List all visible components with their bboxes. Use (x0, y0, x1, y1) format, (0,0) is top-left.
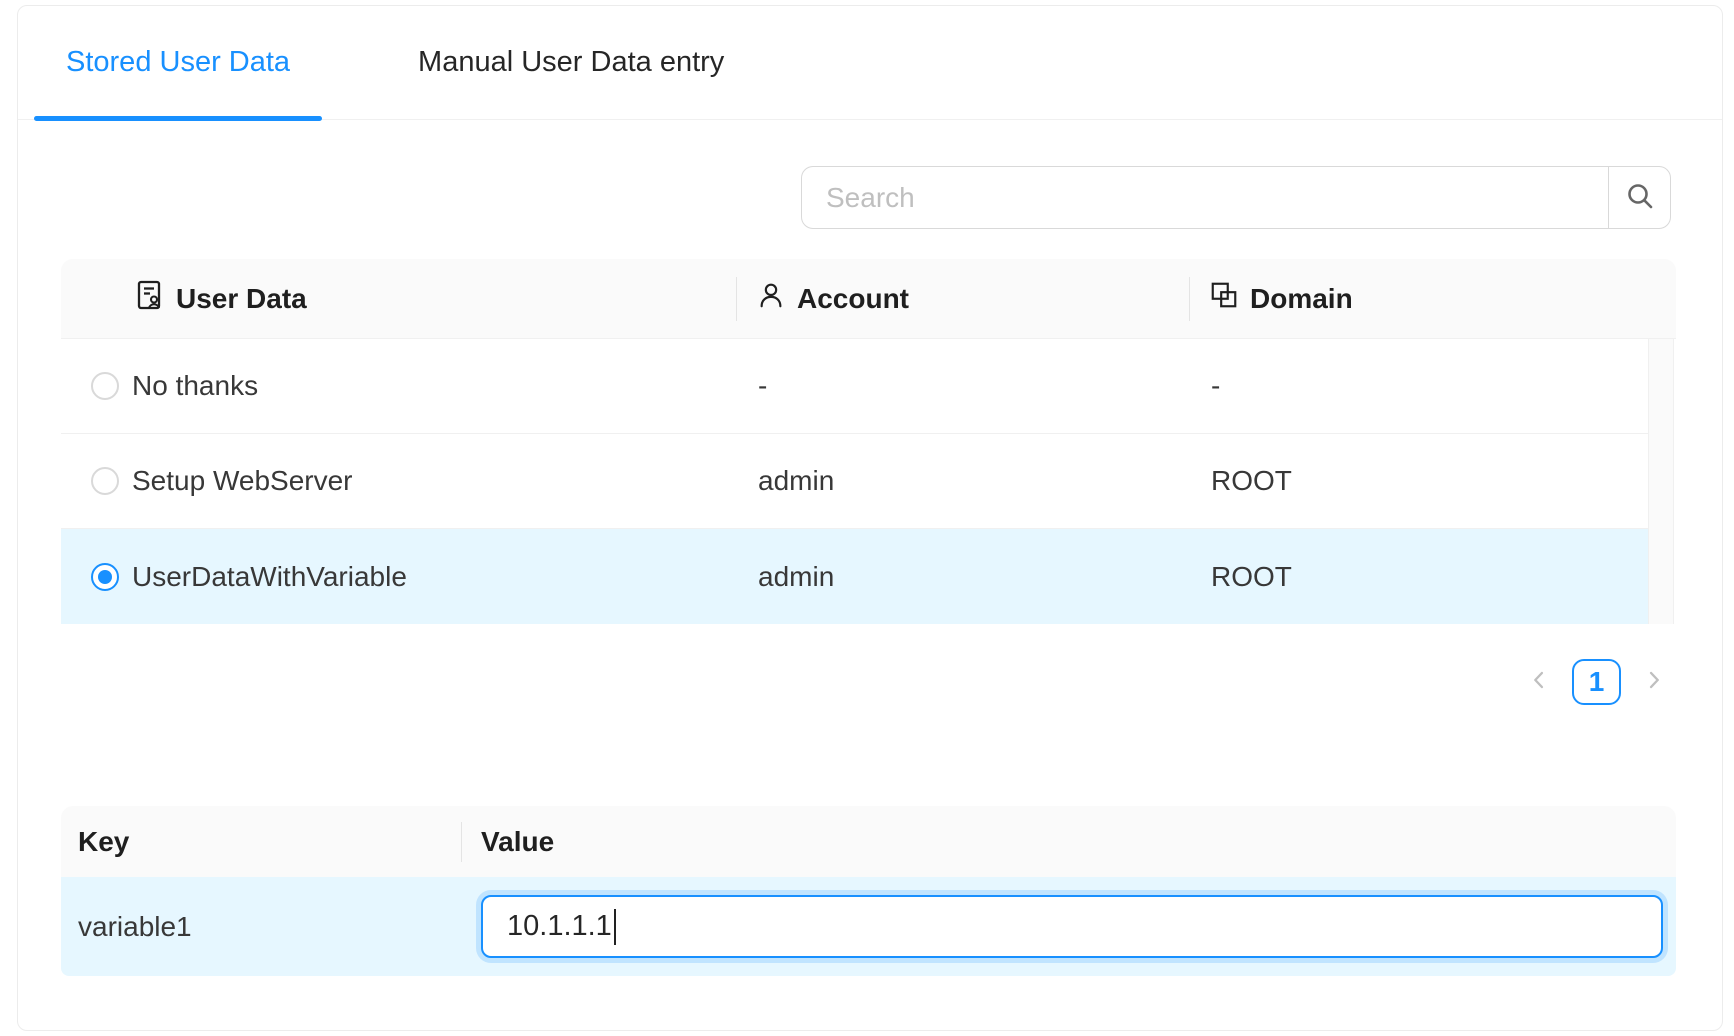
text-cursor (614, 909, 616, 945)
radio-no-thanks[interactable] (91, 372, 119, 400)
search-button[interactable] (1608, 166, 1671, 229)
table-body: No thanks - - Setup WebServer admin ROOT… (61, 339, 1676, 624)
tab-stored-user-data[interactable]: Stored User Data (34, 6, 322, 119)
tab-label: Manual User Data entry (418, 46, 724, 79)
user-data-dialog: Stored User Data Manual User Data entry (17, 5, 1723, 1031)
column-header-domain: Domain (1189, 259, 1676, 338)
cell-account: admin (736, 465, 1189, 497)
current-page[interactable]: 1 (1572, 659, 1621, 705)
column-label: User Data (176, 283, 307, 315)
table-row-setup-webserver[interactable]: Setup WebServer admin ROOT (61, 434, 1649, 529)
search-icon (1624, 180, 1656, 215)
cell-domain: - (1189, 370, 1649, 402)
column-header-value: Value (461, 806, 1676, 877)
radio-userdatawithvariable[interactable] (91, 563, 119, 591)
key-value-table: Key Value variable1 10.1.1.1 (61, 806, 1676, 976)
column-header-user-data: User Data (61, 259, 736, 338)
user-data-table: User Data Account Domain (61, 259, 1676, 624)
column-label: Account (797, 283, 909, 315)
value-input-text: 10.1.1.1 (507, 910, 612, 943)
kv-key-label: variable1 (61, 911, 461, 943)
column-header-key: Key (61, 806, 461, 877)
user-icon (756, 280, 786, 317)
tab-bar: Stored User Data Manual User Data entry (18, 6, 1722, 120)
cell-account: - (736, 370, 1189, 402)
cell-domain: ROOT (1189, 465, 1649, 497)
solution-document-icon (133, 279, 165, 318)
kv-table-header: Key Value (61, 806, 1676, 877)
cell-user-data: Setup WebServer (132, 465, 353, 497)
column-header-account: Account (736, 259, 1189, 338)
cell-user-data: No thanks (132, 370, 258, 402)
cell-user-data: UserDataWithVariable (132, 561, 407, 593)
tab-label: Stored User Data (66, 46, 290, 79)
table-row-userdatawithvariable[interactable]: UserDataWithVariable admin ROOT (61, 529, 1649, 624)
chevron-right-icon (1640, 666, 1668, 699)
radio-setup-webserver[interactable] (91, 467, 119, 495)
pagination: 1 (1522, 658, 1671, 706)
block-icon (1209, 280, 1239, 317)
search-group (801, 166, 1671, 229)
cell-domain: ROOT (1189, 561, 1649, 593)
cell-account: admin (736, 561, 1189, 593)
chevron-left-icon (1525, 666, 1553, 699)
prev-page-button[interactable] (1522, 665, 1556, 699)
search-input[interactable] (801, 166, 1608, 229)
value-input[interactable]: 10.1.1.1 (481, 895, 1663, 958)
table-header: User Data Account Domain (61, 259, 1676, 339)
next-page-button[interactable] (1637, 665, 1671, 699)
kv-row-variable1: variable1 10.1.1.1 (61, 877, 1676, 976)
column-label: Domain (1250, 283, 1353, 315)
table-row-no-thanks[interactable]: No thanks - - (61, 339, 1649, 434)
tab-manual-user-data-entry[interactable]: Manual User Data entry (386, 6, 756, 119)
table-scrollbar-track[interactable] (1648, 339, 1674, 624)
